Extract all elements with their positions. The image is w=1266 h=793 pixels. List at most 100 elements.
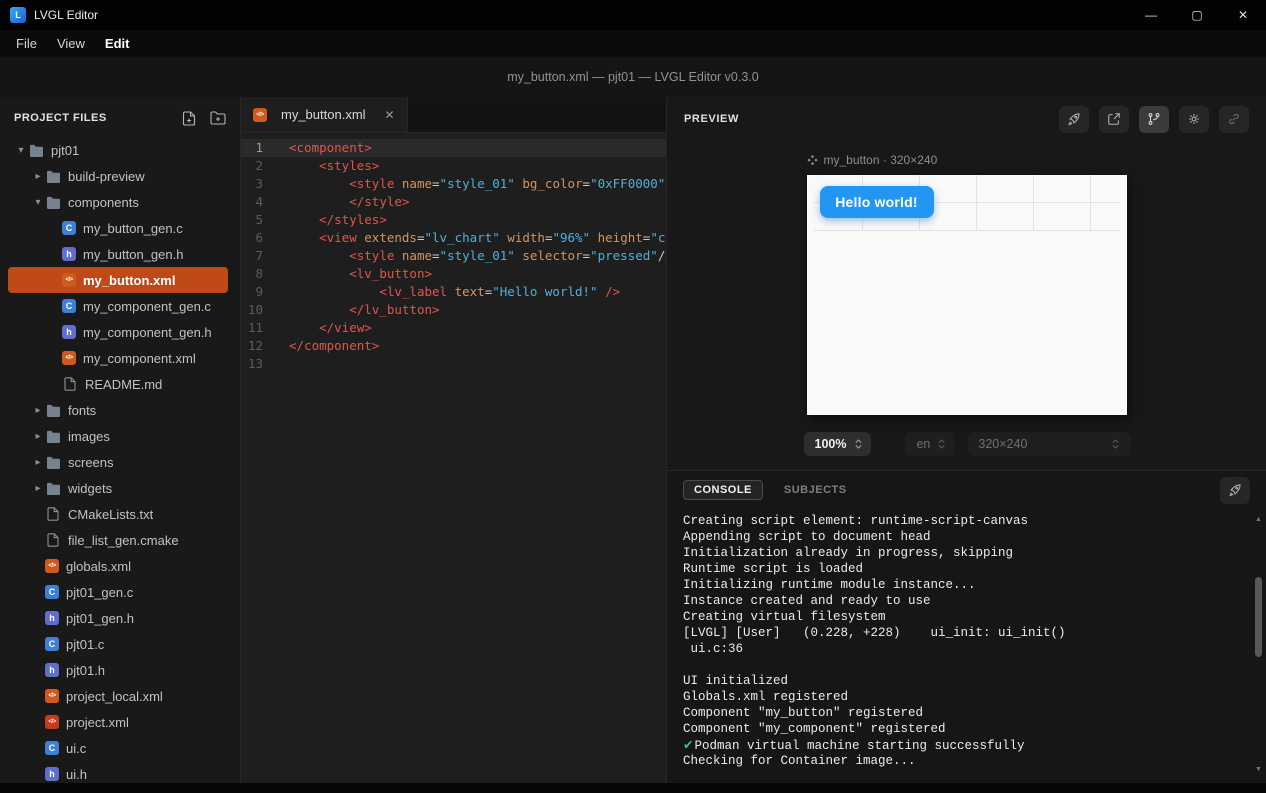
code-editor[interactable]: 1<component>2 <styles>3 <style name="sty… xyxy=(241,133,666,783)
gear-icon[interactable] xyxy=(1179,106,1209,133)
code-line-11: 11 </view> xyxy=(241,319,666,337)
tree-item-my_component_gen.h[interactable]: hmy_component_gen.h xyxy=(8,319,228,345)
code-line-5: 5 </styles> xyxy=(241,211,666,229)
tree-item-ui.h[interactable]: hui.h xyxy=(8,761,228,783)
tree-item-images[interactable]: ▸images xyxy=(8,423,228,449)
sidebar-title: PROJECT FILES xyxy=(14,112,107,124)
code-text: </styles> xyxy=(275,211,666,229)
tree-item-my_button_gen.h[interactable]: hmy_button_gen.h xyxy=(8,241,228,267)
tree-item-README.md[interactable]: README.md xyxy=(8,371,228,397)
tab-my-button-xml[interactable]: </> my_button.xml ✕ xyxy=(241,97,408,132)
xml-file-icon: </> xyxy=(45,559,59,573)
tree-item-pjt01_gen.h[interactable]: hpjt01_gen.h xyxy=(8,605,228,631)
h-file-icon: h xyxy=(62,325,76,339)
chevron-down-icon[interactable]: ▾ xyxy=(31,197,45,208)
code-text: <style name="style_01" bg_color="0xFF000… xyxy=(275,175,666,193)
tree-item-components[interactable]: ▾components xyxy=(8,189,228,215)
menu-view[interactable]: View xyxy=(47,36,95,51)
tree-item-pjt01.h[interactable]: hpjt01.h xyxy=(8,657,228,683)
app-window: L LVGL Editor — ▢ ✕ File View Edit my_bu… xyxy=(0,0,1266,793)
close-button[interactable]: ✕ xyxy=(1220,0,1266,30)
rocket-icon[interactable] xyxy=(1059,106,1089,133)
tree-item-CMakeLists.txt[interactable]: CMakeLists.txt xyxy=(8,501,228,527)
maximize-button[interactable]: ▢ xyxy=(1174,0,1220,30)
chevron-right-icon[interactable]: ▸ xyxy=(31,431,45,442)
h-file-icon: h xyxy=(45,611,59,625)
tree-item-globals.xml[interactable]: </>globals.xml xyxy=(8,553,228,579)
new-file-icon[interactable] xyxy=(181,110,197,126)
file-tree[interactable]: ▾pjt01▸build-preview▾componentsCmy_butto… xyxy=(0,133,240,783)
project-files-panel: PROJECT FILES ▾pjt01▸build-preview▾compo… xyxy=(0,97,241,783)
tree-item-my_component.xml[interactable]: </>my_component.xml xyxy=(8,345,228,371)
scroll-down-icon[interactable]: ▼ xyxy=(1255,763,1262,775)
app-logo-icon: L xyxy=(10,7,26,23)
git-branch-icon[interactable] xyxy=(1139,106,1169,133)
tab-label: my_button.xml xyxy=(281,107,366,122)
chevron-right-icon[interactable]: ▸ xyxy=(31,405,45,416)
scrollbar-track[interactable] xyxy=(1252,525,1265,763)
code-text: </lv_button> xyxy=(275,301,666,319)
console-line: Component "my_component" registered xyxy=(683,721,1250,737)
window-controls: — ▢ ✕ xyxy=(1128,0,1266,30)
chevron-right-icon[interactable]: ▸ xyxy=(31,483,45,494)
preview-canvas[interactable]: Hello world! xyxy=(807,175,1127,415)
tree-item-label: my_button_gen.h xyxy=(83,247,183,262)
minimize-button[interactable]: — xyxy=(1128,0,1174,30)
hello-world-button[interactable]: Hello world! xyxy=(820,186,934,218)
console-line: Instance created and ready to use xyxy=(683,593,1250,609)
tree-item-pjt01.c[interactable]: Cpjt01.c xyxy=(8,631,228,657)
zoom-select[interactable]: 100% xyxy=(804,432,872,456)
resolution-select[interactable]: 320×240 xyxy=(968,432,1129,456)
line-number: 7 xyxy=(241,247,275,265)
tab-subjects[interactable]: SUBJECTS xyxy=(773,480,858,500)
link-icon[interactable] xyxy=(1219,106,1249,133)
tree-item-label: my_button.xml xyxy=(83,273,175,288)
c-file-icon: C xyxy=(45,741,59,755)
tree-item-build-preview[interactable]: ▸build-preview xyxy=(8,163,228,189)
preview-toolbar xyxy=(1059,106,1249,133)
tree-item-label: project_local.xml xyxy=(66,689,163,704)
tree-item-pjt01[interactable]: ▾pjt01 xyxy=(8,137,228,163)
console-scrollbar[interactable]: ▲ ▼ xyxy=(1252,513,1265,775)
tree-item-file_list_gen.cmake[interactable]: file_list_gen.cmake xyxy=(8,527,228,553)
chevron-right-icon[interactable]: ▸ xyxy=(31,457,45,468)
code-lines: 1<component>2 <styles>3 <style name="sty… xyxy=(241,139,666,373)
stepper-icon xyxy=(937,438,946,450)
chevron-right-icon[interactable]: ▸ xyxy=(31,171,45,182)
export-icon[interactable] xyxy=(1099,106,1129,133)
tree-item-fonts[interactable]: ▸fonts xyxy=(8,397,228,423)
tree-item-label: ui.h xyxy=(66,767,87,782)
chevron-down-icon[interactable]: ▾ xyxy=(14,145,28,156)
tree-item-my_button_gen.c[interactable]: Cmy_button_gen.c xyxy=(8,215,228,241)
tree-item-project.xml[interactable]: </>project.xml xyxy=(8,709,228,735)
check-icon: ✔ xyxy=(683,737,693,752)
stepper-icon xyxy=(854,438,863,450)
line-number: 11 xyxy=(241,319,275,337)
code-line-2: 2 <styles> xyxy=(241,157,666,175)
tree-item-my_button.xml[interactable]: </>my_button.xml xyxy=(8,267,228,293)
language-select[interactable]: en xyxy=(905,432,954,456)
code-line-7: 7 <style name="style_01" selector="press… xyxy=(241,247,666,265)
rocket-icon[interactable] xyxy=(1220,477,1250,504)
xml-file-icon: </> xyxy=(45,689,59,703)
tree-item-widgets[interactable]: ▸widgets xyxy=(8,475,228,501)
tab-console[interactable]: CONSOLE xyxy=(683,480,763,500)
tree-item-pjt01_gen.c[interactable]: Cpjt01_gen.c xyxy=(8,579,228,605)
console-output[interactable]: Creating script element: runtime-script-… xyxy=(667,509,1266,783)
c-file-icon: C xyxy=(45,585,59,599)
scroll-up-icon[interactable]: ▲ xyxy=(1255,513,1262,525)
zoom-value: 100% xyxy=(815,437,847,451)
tab-close-icon[interactable]: ✕ xyxy=(385,108,395,122)
new-folder-icon[interactable] xyxy=(210,110,226,126)
tree-item-project_local.xml[interactable]: </> project_local.xml xyxy=(8,683,228,709)
tree-item-screens[interactable]: ▸screens xyxy=(8,449,228,475)
console-line: Checking for Container image... xyxy=(683,753,1250,769)
preview-title: PREVIEW xyxy=(684,113,739,125)
menu-edit[interactable]: Edit xyxy=(95,36,140,51)
scrollbar-thumb[interactable] xyxy=(1255,577,1262,657)
preview-stage: my_button · 320×240 Hello world! xyxy=(667,141,1266,456)
console-line: Creating script element: runtime-script-… xyxy=(683,513,1250,529)
tree-item-my_component_gen.c[interactable]: Cmy_component_gen.c xyxy=(8,293,228,319)
menu-file[interactable]: File xyxy=(6,36,47,51)
tree-item-ui.c[interactable]: Cui.c xyxy=(8,735,228,761)
